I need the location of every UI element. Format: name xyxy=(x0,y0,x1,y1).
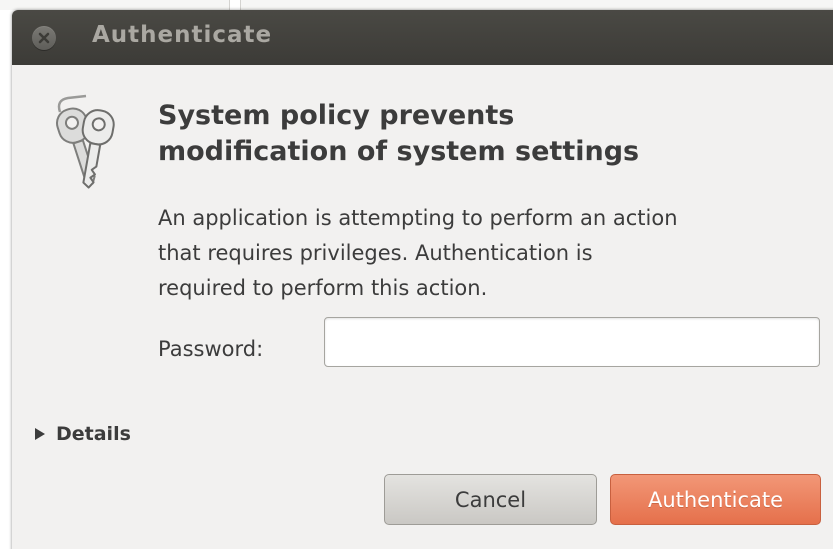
authenticate-dialog: Authenticate System policy prevents modi… xyxy=(12,10,833,549)
message-line: required to perform this action. xyxy=(158,276,488,300)
details-label: Details xyxy=(56,423,131,445)
password-field[interactable] xyxy=(324,317,820,367)
authenticate-button[interactable]: Authenticate xyxy=(610,474,821,525)
message-line: that requires privileges. Authentication… xyxy=(158,241,593,265)
cancel-button[interactable]: Cancel xyxy=(384,474,597,525)
background-pane-divider xyxy=(229,0,241,10)
window-title: Authenticate xyxy=(92,22,273,48)
close-icon xyxy=(38,32,50,44)
close-button[interactable] xyxy=(32,26,56,50)
expander-arrow-icon xyxy=(35,428,45,440)
heading-line: modification of system settings xyxy=(158,136,640,167)
titlebar: Authenticate xyxy=(12,10,833,65)
dialog-heading: System policy prevents modification of s… xyxy=(158,98,798,170)
background-window xyxy=(0,0,833,10)
password-label: Password: xyxy=(158,337,264,361)
heading-line: System policy prevents xyxy=(158,100,515,131)
keys-icon xyxy=(46,92,126,196)
details-expander[interactable]: Details xyxy=(34,423,131,445)
dialog-message: An application is attempting to perform … xyxy=(158,201,833,306)
message-line: An application is attempting to perform … xyxy=(158,206,678,230)
